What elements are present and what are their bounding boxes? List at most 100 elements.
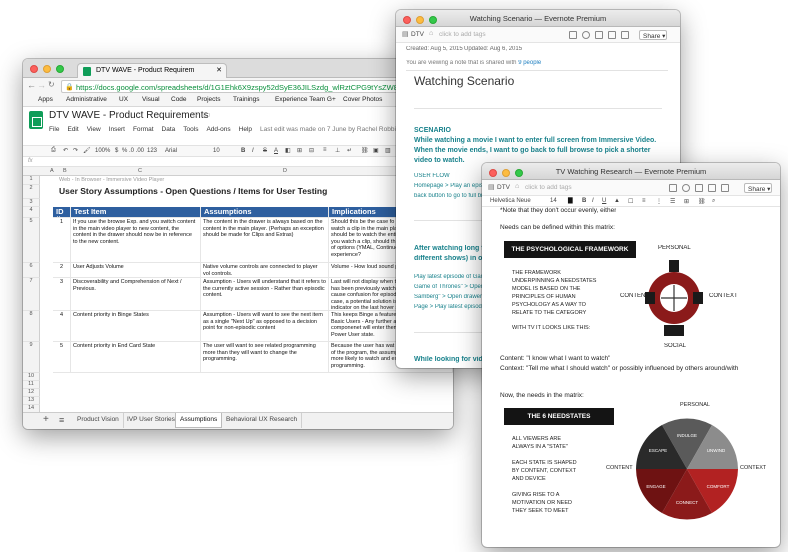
header-test-item[interactable]: Test Item [71, 207, 201, 218]
sheet-tab-ivp-user-stories[interactable]: IVP User Stories [123, 413, 180, 428]
header-id[interactable]: ID # [53, 207, 71, 218]
cell-id[interactable]: 4 [53, 311, 71, 342]
header-assumptions[interactable]: Assumptions [201, 207, 329, 218]
flow-line-1[interactable]: Homepage > Play an episo [414, 183, 484, 189]
browser-tab[interactable]: DTV WAVE - Product Requirem ✕ [77, 63, 227, 78]
font-size-select[interactable]: 14 [550, 198, 557, 204]
tag-icon[interactable]: ⌂ [429, 30, 433, 37]
checkbox-icon[interactable]: ☐ [628, 198, 633, 205]
borders-icon[interactable]: ⊞ [297, 147, 302, 154]
close-window-button[interactable] [403, 16, 411, 24]
italic-button[interactable]: I [252, 148, 254, 154]
menu-help[interactable]: Help [239, 126, 252, 133]
bookmark-ux[interactable]: UX [119, 96, 128, 103]
font-family-select[interactable]: Helvetica Neue [490, 198, 531, 204]
sheet-tab-assumptions[interactable]: Assumptions [175, 413, 223, 428]
chart-icon[interactable]: ▥ [385, 147, 391, 154]
menu-tools[interactable]: Tools [183, 126, 198, 133]
minimize-window-button[interactable] [416, 16, 424, 24]
delete-icon[interactable] [621, 31, 629, 39]
bookmark-experience-team[interactable]: Experience Team G+ [275, 96, 336, 103]
strikethrough-button[interactable]: S [263, 148, 267, 154]
close-tab-icon[interactable]: ✕ [216, 66, 222, 74]
zoom-window-button[interactable] [515, 169, 523, 177]
row-number[interactable]: 7 [23, 278, 40, 311]
row-number[interactable]: 2 [23, 185, 40, 199]
sheets-logo-icon[interactable] [29, 111, 43, 129]
wrap-icon[interactable]: ↵ [347, 147, 352, 154]
redo-icon[interactable]: ↷ [73, 147, 78, 154]
delete-icon[interactable] [721, 184, 729, 192]
link-icon[interactable]: ⛓ [361, 147, 369, 154]
cell-test-item[interactable]: User Adjusts Volume [71, 263, 201, 278]
row-number[interactable]: 11 [23, 381, 40, 389]
url-input[interactable]: 🔒 https://docs.google.com/spreadsheets/d… [61, 80, 447, 93]
cell-assumption[interactable]: Native volume controls are connected to … [201, 263, 329, 278]
number-format-select[interactable]: 123 [147, 148, 157, 154]
flow-play-latest[interactable]: Play latest episode of Game [414, 274, 484, 280]
bookmark-cover-photos[interactable]: Cover Photos [343, 96, 382, 103]
text-color-icon[interactable]: ▇ [568, 197, 573, 204]
column-d[interactable]: D [283, 168, 287, 174]
zoom-window-button[interactable] [56, 65, 64, 73]
row-number[interactable]: 10 [23, 373, 40, 381]
bookmark-code[interactable]: Code [171, 96, 187, 103]
close-window-button[interactable] [30, 65, 38, 73]
formula-bar[interactable]: fx [23, 157, 453, 167]
menu-file[interactable]: File [49, 126, 59, 133]
folder-icon[interactable]: ▭ [203, 110, 211, 119]
comment-icon[interactable]: ▣ [373, 147, 379, 154]
link-icon[interactable]: ⛓ [698, 198, 706, 205]
sheet-tab-product-vision[interactable]: Product Vision [73, 413, 124, 428]
underline-icon[interactable]: U [602, 198, 606, 204]
bold-icon[interactable]: B [582, 198, 586, 204]
zoom-window-button[interactable] [429, 16, 437, 24]
print-icon[interactable]: ⎙ [51, 147, 56, 154]
flow-line-2[interactable]: back button to go to full brow [414, 193, 484, 199]
cell-test-item[interactable]: Content priority in End Card State [71, 342, 201, 373]
cell-test-item[interactable]: Discoverability and Comprehension of Nex… [71, 278, 201, 311]
zoom-select[interactable]: 100% [95, 148, 110, 154]
row-number[interactable]: 13 [23, 397, 40, 405]
italic-icon[interactable]: I [592, 198, 594, 204]
cell-assumption[interactable]: The content in the drawer is always base… [201, 218, 329, 263]
cell-test-item[interactable]: Content priority in Binge States [71, 311, 201, 342]
star-icon[interactable]: ☆ [191, 110, 199, 121]
menu-addons[interactable]: Add-ons [206, 126, 230, 133]
decimal-buttons[interactable]: .0 .00 [129, 148, 144, 154]
forward-arrow-icon[interactable]: → [37, 80, 46, 90]
reminder-icon[interactable] [669, 184, 677, 192]
column-c[interactable]: C [138, 168, 142, 174]
bookmark-projects[interactable]: Projects [197, 96, 220, 103]
numbered-list-icon[interactable]: ⋮ [656, 198, 662, 205]
text-color-button[interactable]: A [274, 148, 278, 154]
font-select[interactable]: Arial [165, 148, 177, 154]
reload-icon[interactable]: ↻ [48, 80, 55, 89]
currency-button[interactable]: $ [115, 148, 118, 154]
bookmark-visual[interactable]: Visual [142, 96, 160, 103]
row-number[interactable]: 1 [23, 176, 40, 185]
cell-id[interactable]: 2 [53, 263, 71, 278]
align-icon[interactable]: ☰ [670, 198, 675, 205]
table-icon[interactable]: ⊞ [684, 198, 689, 205]
bookmark-apps[interactable]: Apps [38, 96, 53, 103]
bookmark-administrative[interactable]: Administrative [66, 96, 107, 103]
info-icon[interactable] [582, 31, 590, 39]
document-title[interactable]: DTV WAVE - Product Requirements [49, 110, 209, 121]
minimize-window-button[interactable] [502, 169, 510, 177]
tags-input[interactable]: click to add tags [525, 184, 572, 191]
tag-icon[interactable]: ⌂ [515, 183, 519, 190]
cell-assumption[interactable]: The user will want to see related progra… [201, 342, 329, 373]
sheet-tab-behavioral-ux-research[interactable]: Behavioral UX Research [222, 413, 303, 428]
flow-page-play[interactable]: Page > Play latest episode [414, 304, 484, 310]
percent-button[interactable]: % [122, 148, 127, 154]
presentation-icon[interactable] [595, 31, 603, 39]
flow-samberg[interactable]: Samberg" > Open drawer [414, 294, 484, 300]
cell-id[interactable]: 3 [53, 278, 71, 311]
shortcut-icon[interactable] [708, 184, 716, 192]
notebook-name[interactable]: DTV [497, 184, 510, 191]
note-title[interactable]: Watching Scenario [414, 74, 514, 88]
presentation-icon[interactable] [695, 184, 703, 192]
flow-game-of-thrones[interactable]: Game of Thrones" > Open [414, 284, 484, 290]
info-icon[interactable] [682, 184, 690, 192]
